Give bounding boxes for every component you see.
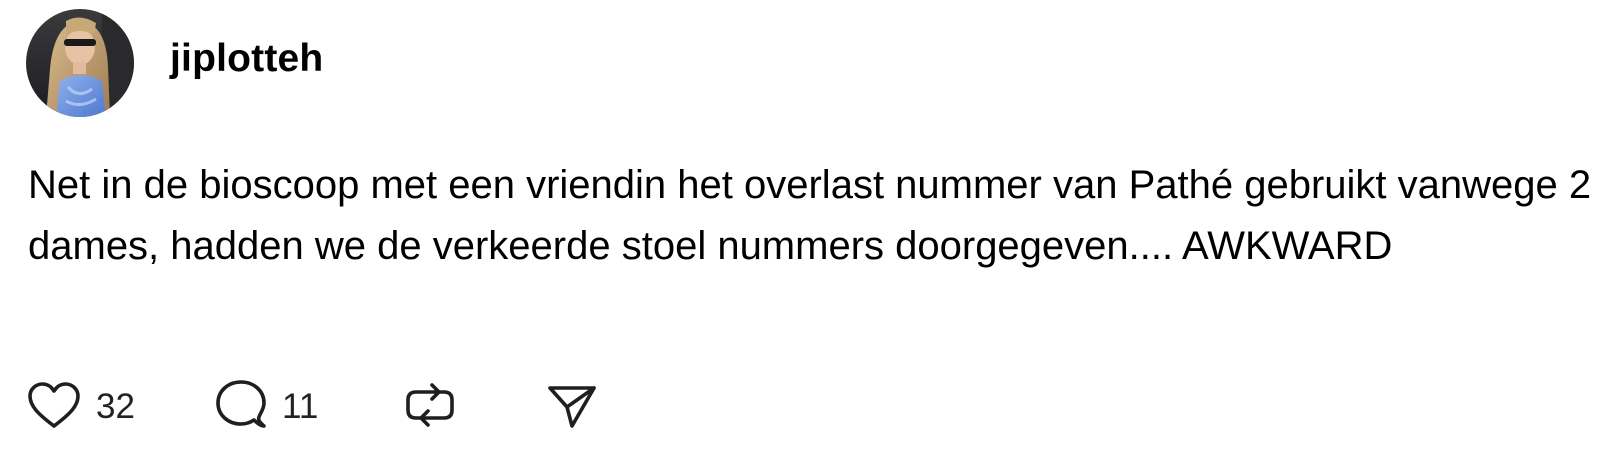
reply-count: 11 [282,386,319,426]
post-header: jiplotteh [26,8,323,118]
like-button[interactable]: 32 [26,374,214,438]
heart-icon [28,382,80,428]
post-text: Net in de bioscoop met een vriendin het … [28,163,1603,268]
repost-icon [406,383,454,427]
like-count: 32 [96,386,135,426]
thread-post: jiplotteh Net in de bioscoop met een vri… [0,0,1614,458]
reply-button[interactable]: 11 [214,374,402,438]
action-bar: 32 11 [26,374,606,438]
speech-bubble-icon [216,380,266,428]
share-button[interactable] [546,374,606,438]
username[interactable]: jiplotteh [170,39,323,78]
avatar[interactable] [26,9,134,117]
repost-button[interactable] [402,374,546,438]
avatar-image [26,9,134,117]
paper-plane-icon [548,386,596,428]
